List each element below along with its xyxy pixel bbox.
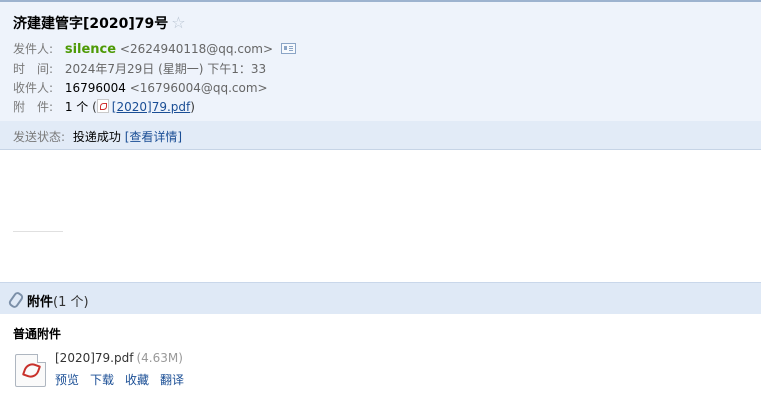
close-paren: ) [190, 100, 195, 114]
mail-subject: 济建建管字[2020]79号 ☆ [13, 13, 186, 33]
attachment-row: 附 件: 1 个 ([2020]79.pdf) [13, 98, 195, 115]
pdf-file-icon[interactable] [15, 354, 46, 387]
recipient-address: <16796004@qq.com> [129, 81, 268, 95]
view-details-link[interactable]: [查看详情] [125, 130, 182, 144]
page-fold [37, 354, 46, 363]
sender-label: 发件人: [13, 42, 54, 56]
recipient-label: 收件人: [13, 81, 54, 95]
file-size: (4.63M) [136, 351, 183, 365]
attachment-file-link[interactable]: [2020]79.pdf [112, 100, 190, 114]
recipient-name[interactable]: 16796004 [65, 81, 126, 95]
contact-card-icon[interactable] [280, 43, 296, 54]
status-value: 投递成功 [72, 130, 121, 144]
favorite-link[interactable]: 收藏 [125, 373, 149, 387]
translate-link[interactable]: 翻译 [160, 373, 184, 387]
subject-text: 济建建管字[2020]79号 [13, 16, 169, 32]
download-link[interactable]: 下载 [90, 373, 114, 387]
signature-divider [13, 231, 63, 232]
star-icon[interactable]: ☆ [171, 13, 185, 32]
attachments-title-text: 附件 [27, 295, 54, 310]
sender-address: <2624940118@qq.com> [119, 42, 274, 56]
preview-link[interactable]: 预览 [55, 373, 79, 387]
acrobat-glyph-icon [21, 360, 42, 381]
attachments-header: 附件(1 个) [0, 282, 761, 314]
mail-body [0, 150, 761, 281]
delivery-status: 发送状态: 投递成功 [查看详情] [13, 128, 182, 145]
sender-name[interactable]: silence [65, 42, 116, 57]
time-value: 2024年7月29日 (星期一) 下午1：33 [64, 62, 267, 76]
time-row: 时 间: 2024年7月29日 (星期一) 下午1：33 [13, 60, 266, 77]
attachment-actions: 预览 下载 收藏 翻译 [55, 371, 195, 388]
attachment-file-name: [2020]79.pdf (4.63M) [55, 351, 183, 365]
attachments-title: 附件(1 个) [27, 291, 89, 310]
file-name-text[interactable]: [2020]79.pdf [55, 351, 133, 365]
pdf-file-icon [96, 99, 109, 113]
mail-header: 济建建管字[2020]79号 ☆ 发件人: silence <2624940118… [0, 2, 761, 121]
paperclip-icon [7, 290, 25, 310]
sender-row: 发件人: silence <2624940118@qq.com> [13, 40, 296, 57]
status-label: 发送状态: [13, 130, 66, 144]
attachments-count: (1 个) [53, 295, 89, 310]
recipient-row: 收件人: 16796004 <16796004@qq.com> [13, 79, 268, 96]
normal-attachments-label: 普通附件 [13, 327, 62, 341]
delivery-status-bar: 发送状态: 投递成功 [查看详情] [0, 121, 761, 150]
attachment-count: 1 个 [64, 100, 89, 114]
time-label: 时 间: [13, 62, 54, 76]
attachment-label: 附 件: [13, 100, 54, 114]
